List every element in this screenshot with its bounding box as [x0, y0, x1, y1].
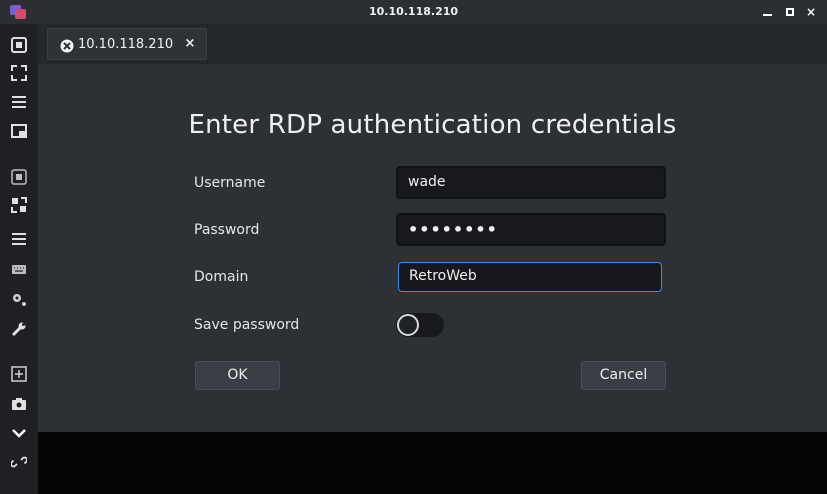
maximize-button[interactable]: [782, 3, 798, 21]
minimize-button[interactable]: [760, 3, 776, 21]
domain-label: Domain: [194, 269, 249, 285]
window-icon[interactable]: [9, 121, 29, 141]
tab-strip: 10.10.118.210 ×: [38, 24, 827, 64]
tab-label: 10.10.118.210: [78, 37, 174, 52]
scale-icon[interactable]: [9, 195, 29, 215]
menu-icon[interactable]: [9, 229, 29, 249]
tab-close-icon[interactable]: ×: [182, 36, 198, 54]
tools-icon[interactable]: [9, 319, 29, 339]
title-bar: 10.10.118.210 ×: [0, 0, 827, 24]
dialog-title: Enter RDP authentication credentials: [188, 110, 677, 140]
toggle-knob: [397, 314, 419, 336]
disconnect-icon[interactable]: [9, 452, 29, 472]
close-button[interactable]: ×: [803, 3, 819, 21]
window-title: 10.10.118.210: [368, 5, 459, 18]
menu-icon[interactable]: [9, 92, 29, 112]
chevron-down-icon[interactable]: [9, 423, 29, 443]
tab-connection[interactable]: 10.10.118.210 ×: [47, 28, 207, 60]
username-label: Username: [194, 175, 266, 191]
cancel-button[interactable]: Cancel: [581, 361, 666, 390]
ok-button[interactable]: OK: [195, 361, 280, 390]
username-field[interactable]: wade: [396, 166, 666, 199]
remote-connection-icon: [60, 38, 74, 53]
auth-dialog: Enter RDP authentication credentials Use…: [38, 64, 827, 432]
new-connection-icon[interactable]: [9, 364, 29, 384]
keyboard-icon[interactable]: [9, 259, 29, 279]
fullscreen-icon[interactable]: [9, 63, 29, 83]
password-field[interactable]: ••••••••: [396, 213, 666, 246]
grab-keyboard-icon[interactable]: [9, 167, 29, 187]
expand-screen-icon[interactable]: [9, 35, 29, 55]
screenshot-icon[interactable]: [9, 394, 29, 414]
remote-display-area[interactable]: [38, 432, 827, 494]
domain-field[interactable]: RetroWeb: [398, 262, 662, 292]
save-password-toggle[interactable]: [396, 313, 444, 337]
password-label: Password: [194, 222, 260, 238]
toolbar-sidebar: [0, 24, 38, 494]
save-password-label: Save password: [194, 317, 300, 333]
preferences-icon[interactable]: [9, 289, 29, 309]
